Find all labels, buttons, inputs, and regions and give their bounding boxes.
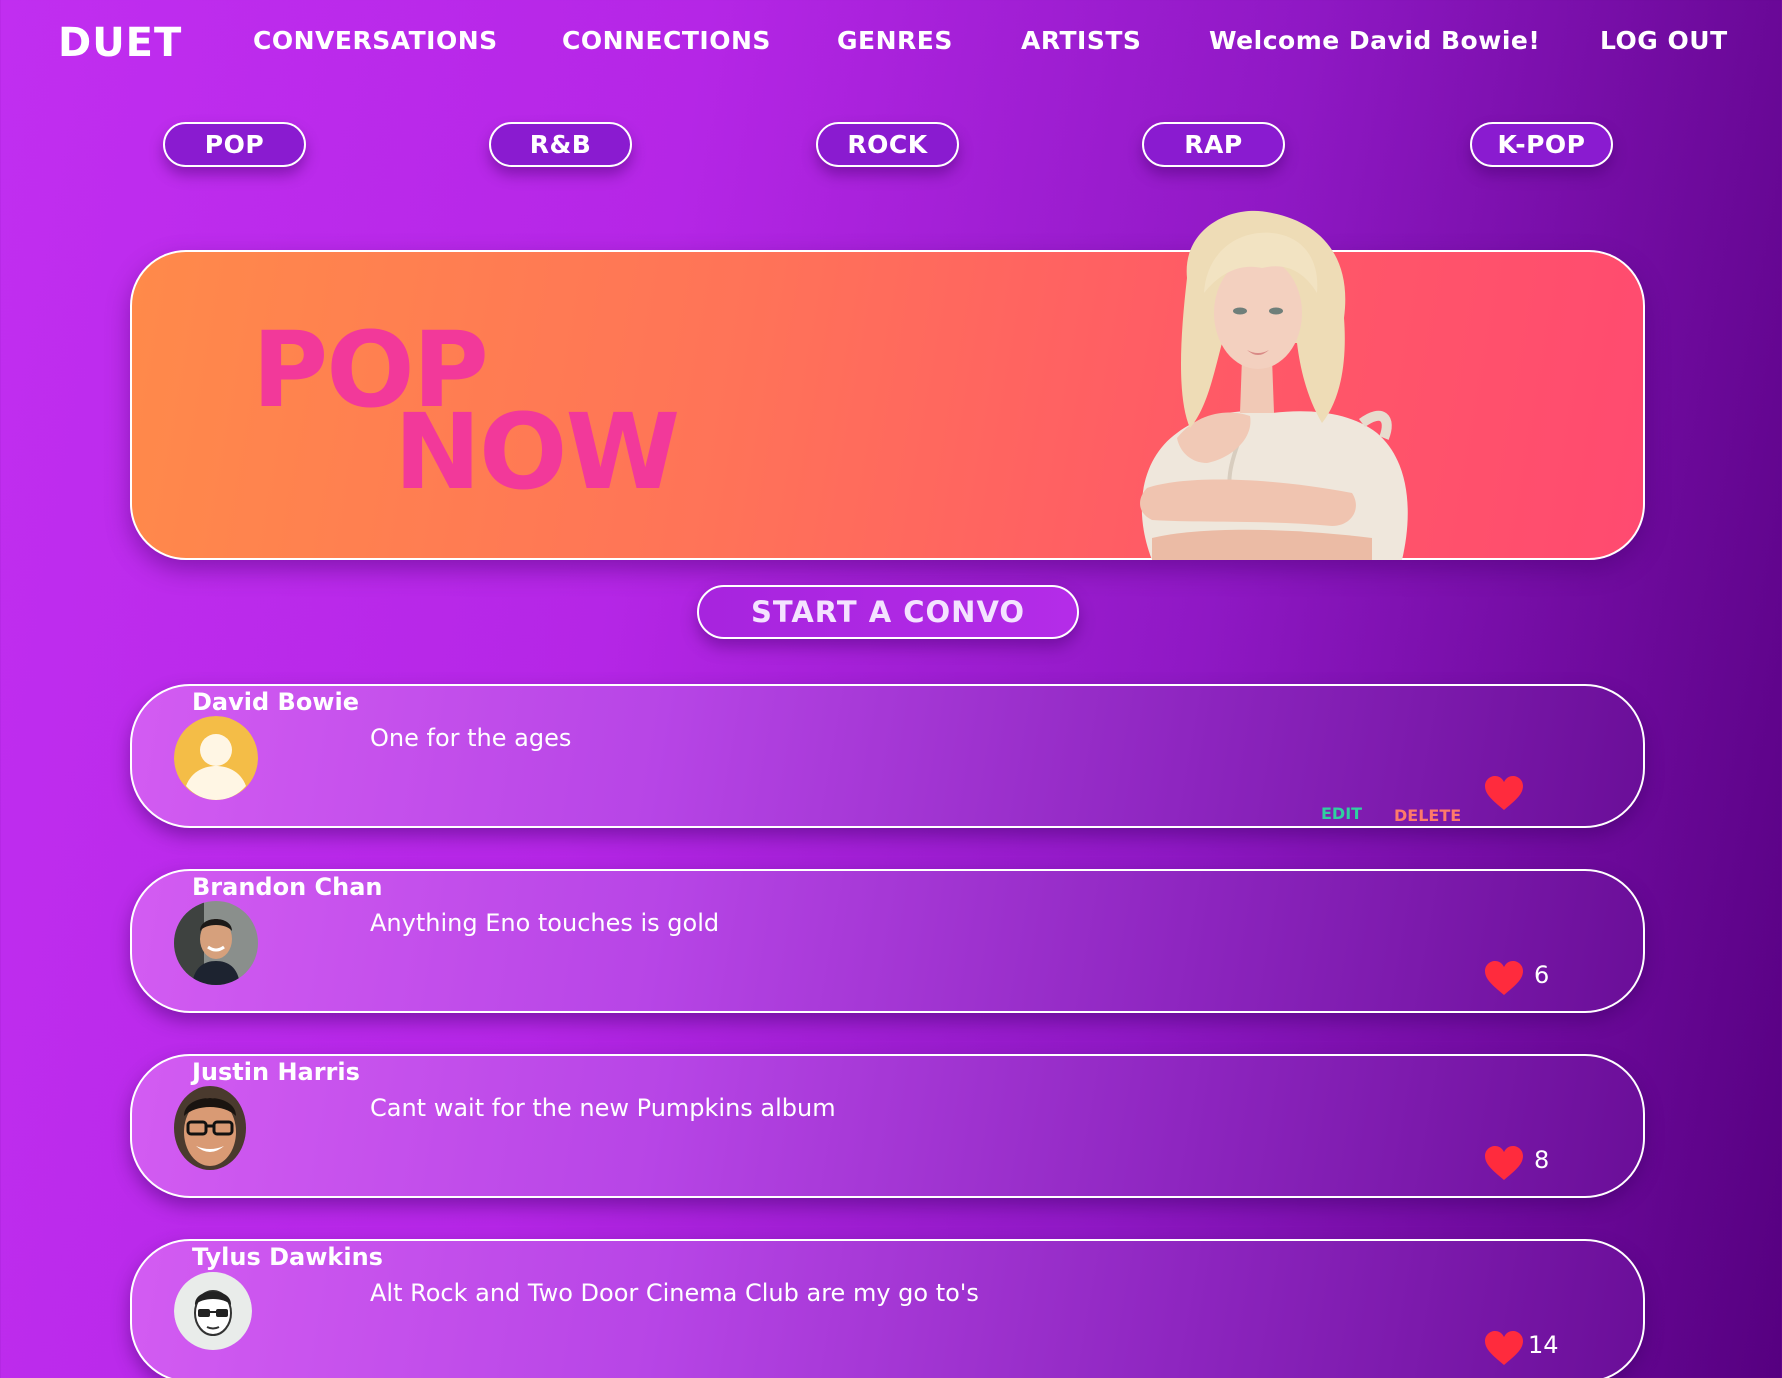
genre-pill-rap[interactable]: RAP (1142, 122, 1285, 167)
genre-pill-rock[interactable]: ROCK (816, 122, 959, 167)
post-author[interactable]: Brandon Chan (192, 873, 383, 901)
heart-icon[interactable] (1484, 1331, 1524, 1367)
post-text: Cant wait for the new Pumpkins album (370, 1094, 836, 1122)
genre-pill-pop[interactable]: POP (163, 122, 306, 167)
post-card: Justin Harris Cant wait for the new Pump… (130, 1054, 1645, 1198)
post-text: One for the ages (370, 724, 572, 752)
post-author[interactable]: David Bowie (192, 688, 359, 716)
nav-connections[interactable]: CONNECTIONS (562, 26, 771, 55)
nav-conversations[interactable]: CONVERSATIONS (253, 26, 498, 55)
heart-icon[interactable] (1484, 1146, 1524, 1182)
post-author[interactable]: Justin Harris (192, 1058, 360, 1086)
start-convo-button[interactable]: START A CONVO (697, 585, 1079, 639)
nav-logout[interactable]: LOG OUT (1600, 26, 1728, 55)
edit-button[interactable]: EDIT (1321, 804, 1362, 823)
hero-title-line2: NOW (394, 391, 680, 513)
heart-icon[interactable] (1484, 961, 1524, 997)
logo[interactable]: DUET (58, 20, 182, 66)
hero-banner: POP NOW (130, 210, 1645, 560)
post-author[interactable]: Tylus Dawkins (192, 1243, 383, 1271)
like-count: 6 (1534, 961, 1550, 989)
genre-pill-rnb[interactable]: R&B (489, 122, 632, 167)
user-cartoon-avatar[interactable] (174, 1271, 252, 1351)
like-count: 14 (1528, 1331, 1559, 1359)
post-text: Anything Eno touches is gold (370, 909, 720, 937)
genre-pill-kpop[interactable]: K-POP (1470, 122, 1613, 167)
user-avatar[interactable] (174, 1086, 246, 1170)
post-card: David Bowie One for the ages EDIT DELETE (130, 684, 1645, 828)
post-card: Brandon Chan Anything Eno touches is gol… (130, 869, 1645, 1013)
top-nav: DUET CONVERSATIONS CONNECTIONS GENRES AR… (0, 0, 1782, 86)
default-avatar-icon[interactable] (174, 716, 258, 800)
welcome-message: Welcome David Bowie! (1209, 26, 1541, 55)
post-text: Alt Rock and Two Door Cinema Club are my… (370, 1279, 979, 1307)
heart-icon[interactable] (1484, 776, 1524, 812)
post-card: Tylus Dawkins Alt Rock and Two Door Cine… (130, 1239, 1645, 1378)
user-avatar[interactable] (174, 901, 258, 985)
artist-photo (1140, 210, 1408, 560)
nav-artists[interactable]: ARTISTS (1021, 26, 1141, 55)
like-count: 8 (1534, 1146, 1550, 1174)
delete-button[interactable]: DELETE (1394, 806, 1461, 825)
nav-genres[interactable]: GENRES (837, 26, 953, 55)
